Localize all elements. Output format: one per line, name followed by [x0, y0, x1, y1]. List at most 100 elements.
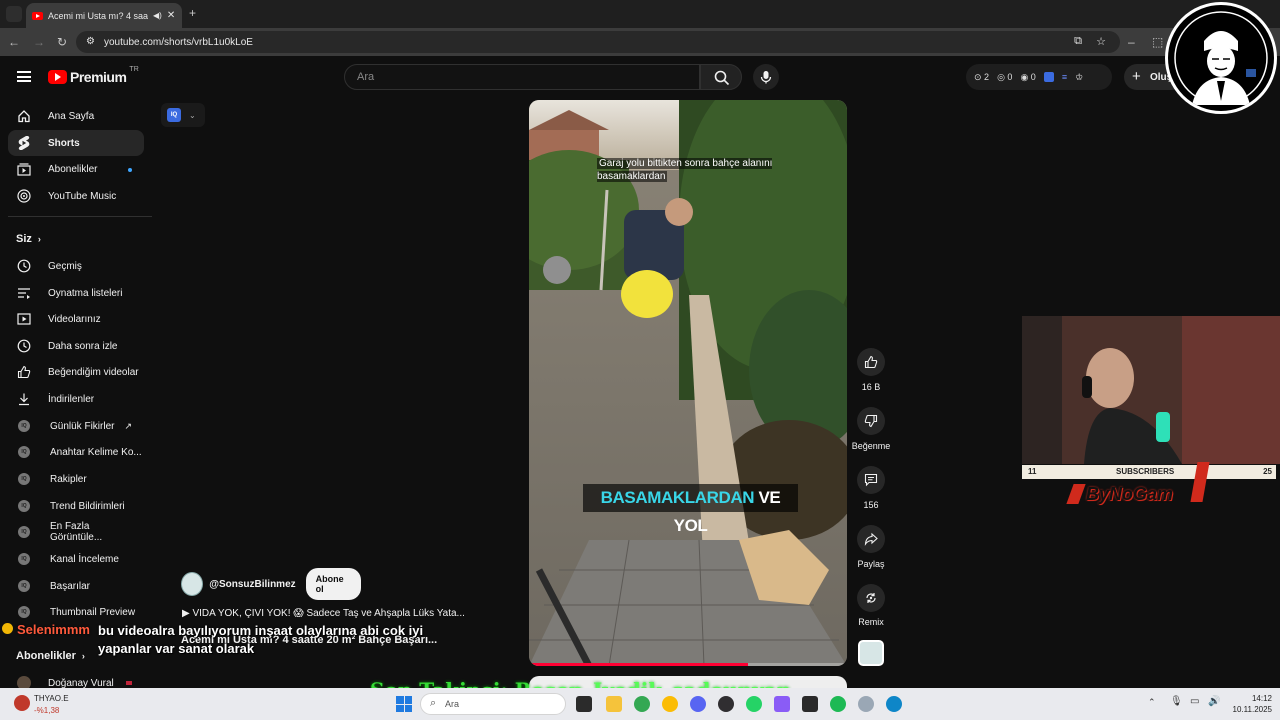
video-progress-fill [529, 663, 749, 666]
chat-overlay: Selenimmm bu videoalra bayılıyorum inşaa… [2, 622, 423, 662]
stock-widget[interactable]: THYAO.E -%1,38 [6, 691, 96, 717]
logo-country-badge: TR [129, 65, 139, 73]
search-icon [714, 70, 730, 86]
start-button[interactable] [396, 696, 412, 712]
search-button[interactable] [700, 64, 742, 90]
vidiq-icon: IQ [18, 420, 30, 432]
video-progress-track[interactable] [529, 663, 847, 666]
sidebar: Ana Sayfa Shorts Abonelikler YouTube Mus… [0, 98, 152, 690]
tab-search-button[interactable] [6, 6, 22, 22]
site-info-icon[interactable]: ⚙ [86, 36, 95, 47]
search-input[interactable]: Ara [344, 64, 700, 90]
sidebar-item-label: Ana Sayfa [48, 110, 95, 122]
share-button[interactable] [857, 525, 885, 553]
sidebar-item-your-videos[interactable]: Videolarınız [8, 306, 144, 332]
chat-username: Selenimmm [17, 622, 90, 637]
sidebar-item-liked-videos[interactable]: Beğendiğim videolar [8, 359, 144, 385]
downloads-icon [16, 391, 32, 407]
back-icon[interactable]: ← [8, 36, 20, 48]
sidebar-item-subscriptions[interactable]: Abonelikler [8, 156, 144, 182]
minimize-icon[interactable]: – [1128, 36, 1135, 48]
show-hidden-icons-icon[interactable]: ⌃ [1148, 697, 1156, 708]
sidebar-iq-item[interactable]: IQ En Fazla Görüntüle... [8, 519, 144, 545]
task-view-icon[interactable] [576, 696, 592, 712]
video-caption-top: Garaj yolu bittikten sonra bahçe alanını… [597, 157, 787, 183]
whatsapp-icon[interactable] [746, 696, 762, 712]
chat-message: bu videoalra bayılıyorum inşaat olayları… [98, 623, 424, 656]
extensions-icon[interactable]: ⬚ [1152, 36, 1163, 48]
comments-button[interactable] [857, 466, 885, 494]
sidebar-iq-item[interactable]: IQ Trend Bildirimleri [8, 493, 144, 519]
sidebar-item-label: Abonelikler [48, 163, 98, 175]
chrome-icon[interactable] [634, 696, 650, 712]
browser-tab[interactable]: Acemi mi Usta mı? 4 saatte ◀) ✕ [26, 3, 182, 28]
short-description[interactable]: ▶ VİDA YOK, ÇİVİ YOK! 😱 Sadece Taş ve Ah… [182, 608, 482, 619]
url-bar[interactable]: ⚙ youtube.com/shorts/vrbL1u0kLoE ⧉ ☆ [76, 31, 1120, 53]
volume-icon[interactable]: 🔊 [1208, 696, 1220, 707]
youtube-favicon-icon [32, 11, 43, 20]
trophy-icon[interactable]: ♔ [1075, 72, 1083, 83]
microphone-icon[interactable]: 🎙 [1170, 696, 1183, 707]
tab-close-icon[interactable]: ✕ [167, 10, 175, 21]
new-tab-icon[interactable]: + [189, 7, 196, 19]
file-explorer-icon[interactable] [606, 696, 622, 712]
your-videos-icon [16, 311, 32, 327]
like-button[interactable] [857, 348, 885, 376]
sidebar-iq-item[interactable]: IQ Günlük Fikirler ↗ [8, 413, 144, 439]
clock[interactable]: 14:12 10.11.2025 [1226, 693, 1272, 715]
network-icon[interactable]: ▭ [1190, 696, 1199, 707]
sidebar-item-downloads[interactable]: İndirilenler [8, 386, 144, 412]
list-icon[interactable]: ≡ [1062, 72, 1067, 82]
sidebar-item-watch-later[interactable]: Daha sonra izle [8, 333, 144, 359]
sound-thumbnail[interactable] [858, 640, 884, 666]
notes-icon[interactable] [802, 696, 818, 712]
extension-stats[interactable]: ⊙ 2 ◎ 0 ◉ 0 ≡ ♔ [966, 64, 1112, 90]
shorts-video-player[interactable]: Garaj yolu bittikten sonra bahçe alanını… [529, 100, 847, 666]
discord-icon[interactable] [690, 696, 706, 712]
app-icon[interactable] [774, 696, 790, 712]
sidebar-iq-item[interactable]: IQ Anahtar Kelime Ko... [8, 439, 144, 465]
sidebar-item-shorts[interactable]: Shorts [8, 130, 144, 156]
comment-icon [864, 473, 878, 487]
sidebar-you-header[interactable]: Siz › [8, 226, 144, 252]
sidebar-item-youtube-music[interactable]: YouTube Music [8, 183, 144, 209]
sidebar-divider [8, 216, 152, 217]
voice-search-button[interactable] [753, 64, 779, 90]
bookmark-star-icon[interactable]: ☆ [1096, 35, 1106, 48]
menu-icon[interactable] [17, 71, 31, 82]
channel-handle[interactable]: @SonsuzBilinmez [209, 579, 295, 590]
microphone-icon [760, 71, 772, 84]
dislike-label: Beğenme [851, 441, 891, 451]
remix-button[interactable] [857, 584, 885, 612]
spotify-icon[interactable] [830, 696, 846, 712]
edge-icon[interactable] [886, 696, 902, 712]
forward-icon[interactable]: → [33, 36, 45, 48]
obs-icon[interactable] [718, 696, 734, 712]
sidebar-iq-item[interactable]: IQ Kanal İnceleme [8, 546, 144, 572]
speaker-icon[interactable]: ◀) [153, 11, 162, 20]
sidebar-item-history[interactable]: Geçmiş [8, 253, 144, 279]
new-content-dot [128, 168, 132, 172]
youtube-play-icon [48, 70, 67, 84]
vidiq-icon[interactable] [1043, 72, 1054, 82]
subscribe-button[interactable]: Abone ol [305, 568, 361, 600]
chrome-beta-icon[interactable] [662, 696, 678, 712]
tab-title: Acemi mi Usta mı? 4 saatte [48, 10, 148, 21]
settings-icon[interactable] [858, 696, 874, 712]
sidebar-iq-item[interactable]: IQ Rakipler [8, 466, 144, 492]
streamer-logo: ByNoGam [1066, 462, 1220, 508]
subs-goal: 25 [1263, 467, 1272, 476]
sidebar-item-home[interactable]: Ana Sayfa [8, 103, 144, 129]
sidebar-item-label: Günlük Fikirler [50, 420, 115, 432]
vidiq-toggle[interactable]: IQ ⌄ [161, 103, 205, 127]
taskbar-search[interactable]: ⌕ Ara [420, 693, 566, 715]
channel-avatar[interactable] [181, 572, 204, 596]
sidebar-iq-item[interactable]: IQ Başarılar [8, 573, 144, 599]
dislike-button[interactable] [857, 407, 885, 435]
sidebar-item-playlists[interactable]: Oynatma listeleri [8, 280, 144, 306]
youtube-logo[interactable]: Premium TR [48, 65, 139, 85]
subs-current: 11 [1028, 467, 1037, 476]
install-icon[interactable]: ⧉ [1074, 35, 1082, 48]
search-placeholder: Ara [357, 71, 375, 83]
reload-icon[interactable]: ↻ [57, 36, 67, 48]
